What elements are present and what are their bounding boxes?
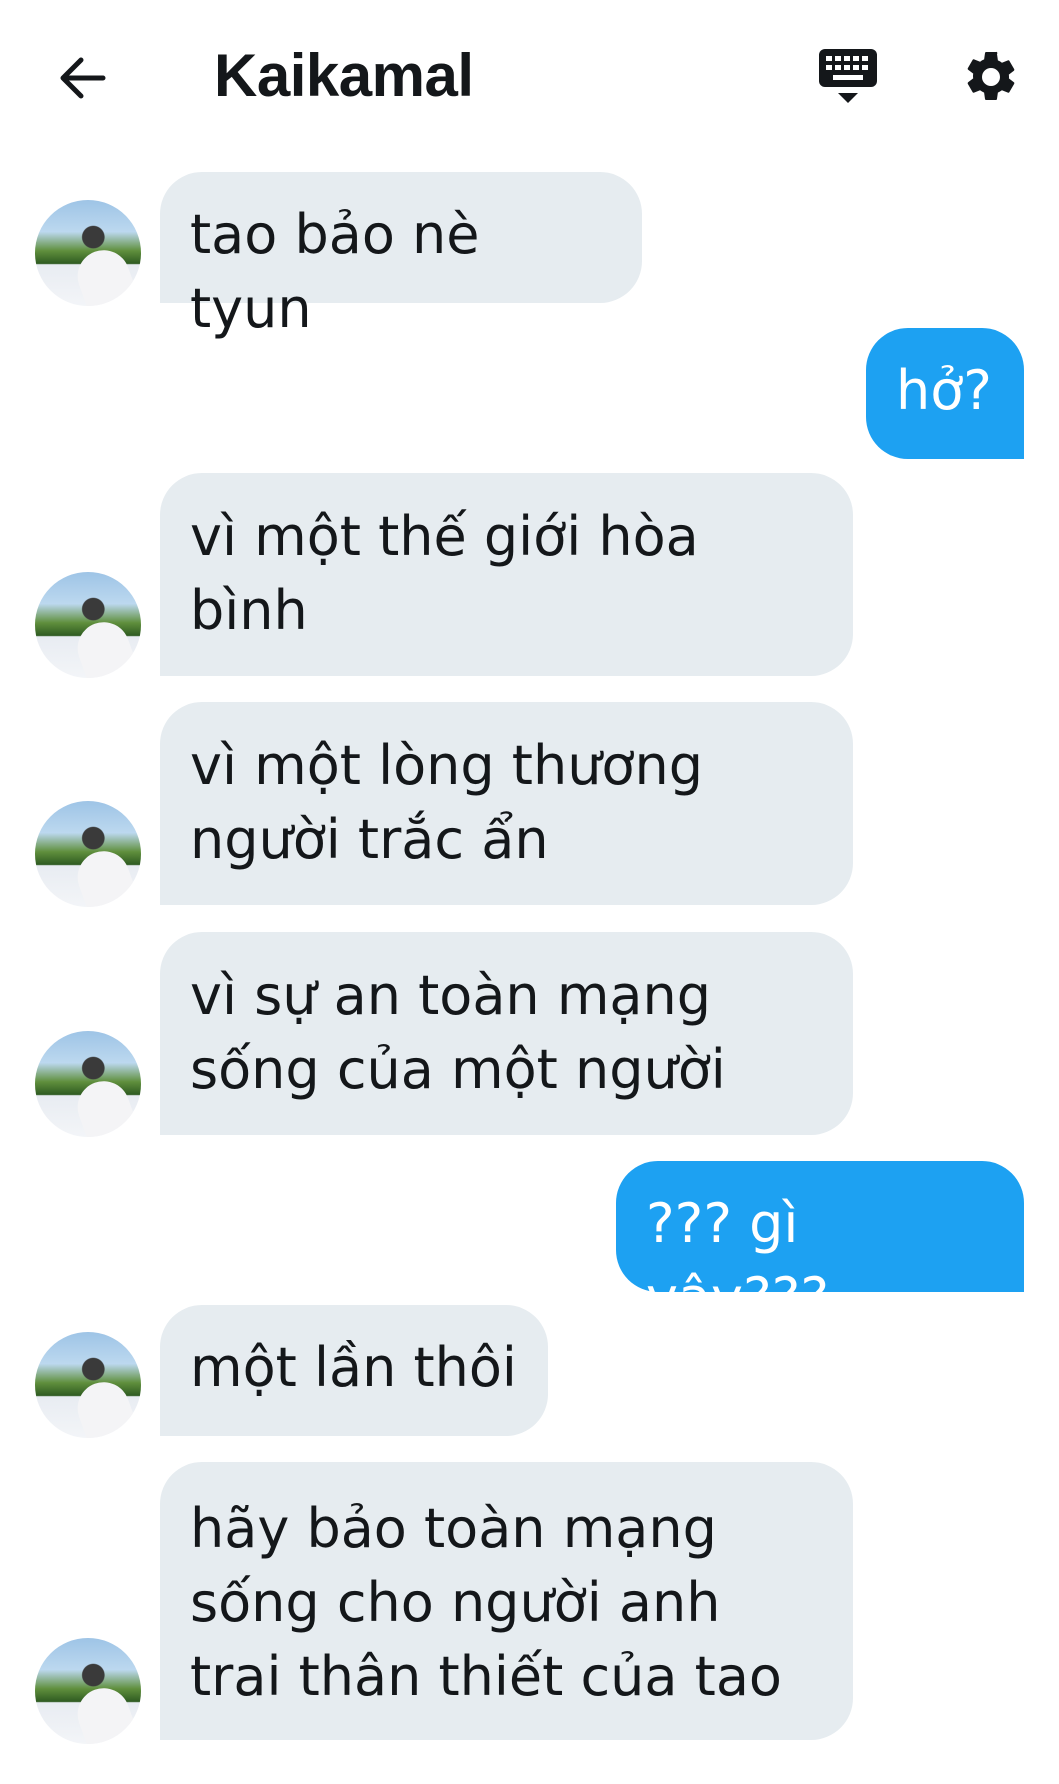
avatar[interactable]	[35, 1638, 141, 1744]
arrow-left-icon	[60, 57, 106, 99]
back-button[interactable]	[52, 48, 112, 108]
avatar[interactable]	[35, 1031, 141, 1137]
message-bubble-incoming[interactable]: vì một lòng thương người trắc ẩn	[160, 702, 853, 905]
settings-button[interactable]	[958, 44, 1024, 110]
gear-icon	[967, 51, 1015, 100]
message-bubble-incoming[interactable]: một lần thôi	[160, 1305, 548, 1436]
message-bubble-outgoing[interactable]: hở?	[866, 328, 1024, 459]
message-bubble-incoming[interactable]: tao bảo nè tyun	[160, 172, 642, 340]
message-bubble-outgoing[interactable]: ??? gì vậy???	[616, 1161, 1024, 1329]
avatar[interactable]	[35, 801, 141, 907]
avatar[interactable]	[35, 200, 141, 306]
conversation-title: Kaikamal	[214, 42, 474, 109]
keyboard-icon	[819, 49, 877, 103]
message-bubble-incoming[interactable]: vì sự an toàn mạng sống của một người	[160, 932, 853, 1135]
conversation-header: Kaikamal	[0, 0, 1059, 150]
avatar[interactable]	[35, 1332, 141, 1438]
message-bubble-incoming[interactable]: vì một thế giới hòa bình	[160, 473, 853, 676]
keyboard-button[interactable]	[815, 45, 881, 111]
message-bubble-incoming[interactable]: hãy bảo toàn mạng sống cho người anh tra…	[160, 1462, 853, 1740]
avatar[interactable]	[35, 572, 141, 678]
